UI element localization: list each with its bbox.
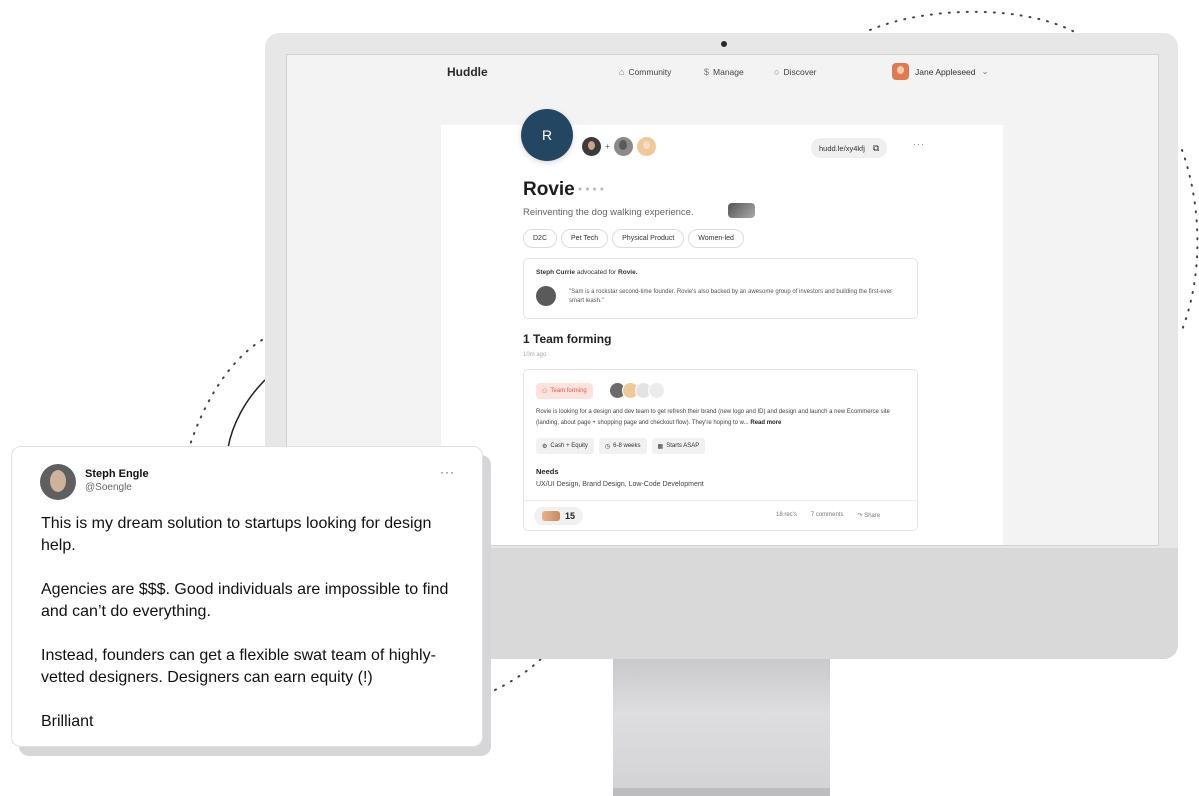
company-tagline: Reinventing the dog walking experience. bbox=[523, 207, 694, 218]
team-forming-label: Team forming bbox=[550, 388, 587, 394]
tag-pet-tech[interactable]: Pet Tech bbox=[561, 229, 609, 248]
read-more-link[interactable]: Read more bbox=[750, 420, 781, 426]
user-name: Jane Appleseed bbox=[915, 66, 976, 77]
brand-logo[interactable]: Huddle bbox=[447, 65, 488, 79]
team-avatars bbox=[609, 382, 665, 399]
company-name: Rovie bbox=[523, 179, 575, 200]
nav-manage-label: Manage bbox=[713, 67, 744, 77]
share-button[interactable]: ↷ Share bbox=[858, 512, 881, 519]
chevron-down-icon: ⌄ bbox=[981, 66, 989, 76]
clap-icon bbox=[542, 511, 560, 521]
team-timestamp: 10m ago bbox=[523, 352, 547, 358]
advocacy-box: Steph Currie advocated for Rovie. "Sam i… bbox=[523, 258, 918, 319]
vote-button[interactable]: 15 bbox=[534, 507, 584, 525]
team-description: Rovie is looking for a design and dev te… bbox=[536, 407, 906, 429]
tweet-paragraph: Instead, founders can get a flexible swa… bbox=[41, 647, 436, 686]
search-icon: ○ bbox=[774, 67, 780, 77]
tweet-paragraph: Agencies are $$$. Good individuals are i… bbox=[41, 581, 449, 620]
profile-card: R + hudd.le/xy4kfj ⧉ ··· Rovie ●●●● Rein… bbox=[441, 109, 1003, 545]
needs-list: UX/UI Design, Brand Design, Low-Code Dev… bbox=[536, 481, 704, 488]
chip-compensation-label: Cash + Equity bbox=[550, 443, 588, 449]
social-icons: ●●●● bbox=[578, 186, 607, 193]
user-avatar bbox=[892, 63, 909, 80]
more-options-icon[interactable]: ··· bbox=[913, 139, 925, 149]
tweet-author-avatar[interactable] bbox=[40, 464, 76, 500]
advocacy-quote: "Sam is a rockstar second-time founder. … bbox=[569, 289, 893, 304]
empty-slot-avatar bbox=[648, 382, 665, 399]
tweet-body: This is my dream solution to startups lo… bbox=[41, 513, 461, 755]
nav-community-label: Community bbox=[628, 67, 672, 77]
advocate-avatar[interactable] bbox=[613, 137, 633, 156]
needs-heading: Needs bbox=[536, 467, 559, 476]
founder-avatars: + bbox=[582, 137, 656, 156]
advocate-avatar[interactable] bbox=[536, 286, 556, 306]
chip-start-label: Starts ASAP bbox=[666, 443, 700, 449]
share-link-pill[interactable]: hudd.le/xy4kfj ⧉ bbox=[811, 138, 888, 158]
tag-d2c[interactable]: D2C bbox=[523, 229, 558, 248]
tweet-card: Steph Engle @Soengle ··· This is my drea… bbox=[11, 446, 483, 747]
team-chips: ⚙ Cash + Equity ◷ 6-8 weeks ▦ Starts ASAP bbox=[536, 438, 706, 454]
company-avatar: R bbox=[521, 109, 573, 161]
tag-list: D2C Pet Tech Physical Product Women-led bbox=[523, 229, 744, 248]
tweet-paragraph: Brilliant bbox=[41, 713, 94, 730]
website-icon[interactable]: ● bbox=[600, 186, 607, 193]
team-stats: 18 rec's 7 comments ↷ Share bbox=[776, 512, 880, 519]
tweet-author-name[interactable]: Steph Engle bbox=[85, 468, 149, 480]
copy-icon[interactable]: ⧉ bbox=[873, 143, 879, 154]
chip-duration: ◷ 6-8 weeks bbox=[598, 438, 647, 454]
divider bbox=[524, 500, 917, 501]
monitor-stand bbox=[613, 659, 830, 796]
clock-icon: ◷ bbox=[604, 443, 611, 450]
camera-dot bbox=[721, 41, 727, 47]
chip-duration-label: 6-8 weeks bbox=[613, 443, 641, 449]
chip-start: ▦ Starts ASAP bbox=[651, 438, 706, 454]
home-icon: ⌂ bbox=[619, 67, 625, 77]
video-thumbnail[interactable] bbox=[728, 203, 755, 218]
tweet-more-icon[interactable]: ··· bbox=[440, 465, 455, 479]
plus-icon: + bbox=[605, 142, 610, 151]
tag-physical-product[interactable]: Physical Product bbox=[612, 229, 685, 248]
member-avatar[interactable] bbox=[636, 137, 656, 156]
tweet-paragraph: This is my dream solution to startups lo… bbox=[41, 515, 432, 554]
share-icon: ↷ bbox=[857, 513, 863, 519]
tag-women-led[interactable]: Women-led bbox=[688, 229, 744, 248]
team-forming-badge: ⚇ Team forming bbox=[536, 383, 593, 399]
team-description-text: Rovie is looking for a design and dev te… bbox=[536, 409, 890, 426]
advocate-name[interactable]: Steph Currie bbox=[536, 269, 575, 276]
recs-count[interactable]: 18 rec's bbox=[776, 512, 797, 519]
advocacy-header: Steph Currie advocated for Rovie. bbox=[536, 269, 638, 276]
vote-count: 15 bbox=[565, 511, 576, 521]
team-icon: ⚇ bbox=[542, 388, 548, 395]
medium-icon[interactable]: ● bbox=[592, 186, 599, 193]
nav-discover-label: Discover bbox=[783, 67, 817, 77]
tweet-author-handle[interactable]: @Soengle bbox=[85, 482, 132, 493]
comments-link[interactable]: 7 comments bbox=[811, 512, 844, 519]
share-link: hudd.le/xy4kfj bbox=[819, 143, 865, 153]
monitor-stand-foot bbox=[613, 788, 830, 796]
advocacy-target: Rovie. bbox=[618, 269, 638, 276]
money-icon: ⚙ bbox=[542, 443, 548, 450]
dollar-icon: $ bbox=[704, 67, 710, 77]
team-card[interactable]: ⚇ Team forming Rovie is looking for a de… bbox=[523, 369, 918, 531]
chip-compensation: ⚙ Cash + Equity bbox=[536, 438, 594, 454]
nav-manage[interactable]: $ Manage bbox=[704, 67, 744, 77]
founder-avatar[interactable] bbox=[582, 137, 601, 156]
user-menu[interactable]: Jane Appleseed ⌄ bbox=[892, 63, 989, 80]
nav-discover[interactable]: ○ Discover bbox=[774, 67, 817, 77]
share-label: Share bbox=[864, 513, 881, 519]
calendar-icon: ▦ bbox=[657, 443, 664, 450]
advocacy-verb: advocated for bbox=[576, 269, 617, 276]
top-nav: Huddle ⌂ Community $ Manage ○ Discover J… bbox=[287, 55, 1158, 91]
nav-community[interactable]: ⌂ Community bbox=[619, 67, 671, 77]
team-section-title: 1 Team forming bbox=[523, 332, 612, 346]
